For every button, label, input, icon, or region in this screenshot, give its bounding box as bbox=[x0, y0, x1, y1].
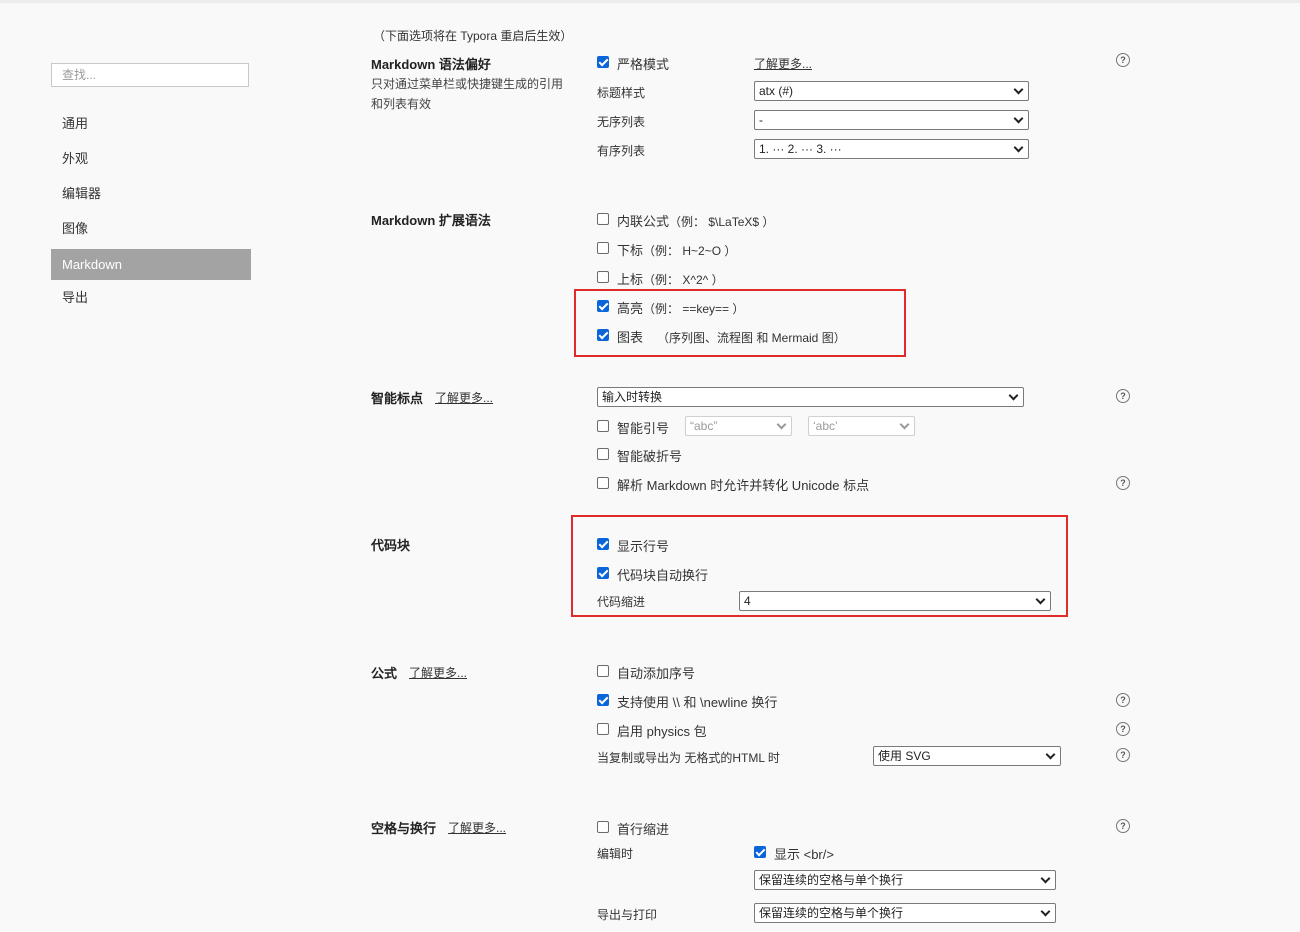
syntax-pref-desc-2: 和列表有效 bbox=[371, 97, 432, 111]
section-title-ext-syntax: Markdown 扩展语法 bbox=[371, 213, 491, 228]
sidebar-item-editor[interactable]: 编辑器 bbox=[51, 178, 251, 209]
subscript-checkbox[interactable] bbox=[597, 242, 609, 254]
unicode-punct-checkbox[interactable] bbox=[597, 477, 609, 489]
subscript-label: 下标 bbox=[617, 243, 644, 258]
chevron-down-icon bbox=[1040, 906, 1051, 917]
sidebar-item-markdown[interactable]: Markdown bbox=[51, 249, 251, 280]
help-icon[interactable]: ? bbox=[1116, 819, 1130, 833]
math-export-select[interactable]: 使用 SVG bbox=[873, 746, 1061, 766]
chevron-down-icon bbox=[776, 419, 787, 430]
show-br-label: 显示 <br/> bbox=[774, 847, 834, 862]
superscript-checkbox[interactable] bbox=[597, 271, 609, 283]
double-quotes-select[interactable]: “abc” bbox=[685, 416, 792, 436]
section-title-whitespace: 空格与换行 bbox=[371, 821, 437, 836]
chevron-down-icon bbox=[1013, 84, 1024, 95]
sidebar: 通用 外观 编辑器 图像 Markdown 导出 bbox=[0, 0, 340, 932]
export-print-label: 导出与打印 bbox=[597, 908, 658, 922]
heading-style-select[interactable]: atx (#) bbox=[754, 81, 1029, 101]
editing-whitespace-value: 保留连续的空格与单个换行 bbox=[759, 873, 904, 887]
superscript-option: 上标（例： X^2^ ） bbox=[617, 269, 724, 288]
newline-support-checkbox[interactable] bbox=[597, 694, 609, 706]
first-indent-label: 首行缩进 bbox=[617, 822, 670, 837]
single-quotes-value: ‘abc’ bbox=[813, 419, 838, 433]
heading-style-value: atx (#) bbox=[759, 84, 794, 98]
chevron-down-icon bbox=[1040, 873, 1051, 884]
export-whitespace-select[interactable]: 保留连续的空格与单个换行 bbox=[754, 903, 1056, 923]
smart-punct-learn-more-link[interactable]: 了解更多... bbox=[435, 389, 493, 406]
double-quotes-value: “abc” bbox=[690, 419, 718, 433]
superscript-label: 上标 bbox=[617, 272, 644, 287]
code-block-annotation-box bbox=[571, 515, 1068, 617]
export-whitespace-value: 保留连续的空格与单个换行 bbox=[759, 906, 904, 920]
chevron-down-icon bbox=[1008, 390, 1019, 401]
math-export-label: 当复制或导出为 无格式的HTML 时 bbox=[597, 751, 780, 765]
sidebar-item-export[interactable]: 导出 bbox=[51, 282, 251, 313]
unordered-list-value: - bbox=[759, 113, 763, 127]
help-icon[interactable]: ? bbox=[1116, 53, 1130, 67]
math-export-value: 使用 SVG bbox=[878, 749, 931, 763]
help-icon[interactable]: ? bbox=[1116, 748, 1130, 762]
superscript-example: （例： X^2^ ） bbox=[643, 273, 724, 287]
restart-hint: （下面选项将在 Typora 重启后生效） bbox=[373, 29, 573, 43]
inline-math-checkbox[interactable] bbox=[597, 213, 609, 225]
smart-punct-mode-value: 输入时转换 bbox=[602, 390, 663, 404]
sidebar-item-image[interactable]: 图像 bbox=[51, 213, 251, 244]
inline-math-example: （例： $\LaTeX$ ） bbox=[669, 215, 775, 229]
section-title-syntax-pref: Markdown 语法偏好 bbox=[371, 57, 491, 72]
unordered-list-select[interactable]: - bbox=[754, 110, 1029, 130]
inline-math-option: 内联公式（例： $\LaTeX$ ） bbox=[617, 211, 774, 230]
newline-support-label: 支持使用 \\ 和 \newline 换行 bbox=[617, 695, 778, 710]
unordered-list-label: 无序列表 bbox=[597, 115, 646, 129]
ordered-list-label: 有序列表 bbox=[597, 144, 646, 158]
help-icon[interactable]: ? bbox=[1116, 476, 1130, 490]
editing-label: 编辑时 bbox=[597, 847, 634, 861]
unicode-punct-label: 解析 Markdown 时允许并转化 Unicode 标点 bbox=[617, 478, 870, 493]
chevron-down-icon bbox=[1045, 749, 1056, 760]
physics-label: 启用 physics 包 bbox=[617, 724, 707, 739]
sidebar-item-general[interactable]: 通用 bbox=[51, 108, 251, 139]
help-icon[interactable]: ? bbox=[1116, 389, 1130, 403]
help-icon[interactable]: ? bbox=[1116, 693, 1130, 707]
syntax-pref-desc-1: 只对通过菜单栏或快捷键生成的引用 bbox=[371, 77, 564, 91]
auto-numbering-checkbox[interactable] bbox=[597, 665, 609, 677]
physics-checkbox[interactable] bbox=[597, 723, 609, 735]
smart-quotes-label: 智能引号 bbox=[617, 421, 670, 436]
help-icon[interactable]: ? bbox=[1116, 722, 1130, 736]
subscript-example: （例： H~2~O ） bbox=[643, 244, 737, 258]
smart-quotes-checkbox[interactable] bbox=[597, 420, 609, 432]
smart-dashes-checkbox[interactable] bbox=[597, 448, 609, 460]
syntax-learn-more-link[interactable]: 了解更多... bbox=[754, 55, 812, 72]
editing-whitespace-select[interactable]: 保留连续的空格与单个换行 bbox=[754, 870, 1056, 890]
inline-math-label: 内联公式 bbox=[617, 214, 670, 229]
math-learn-more-link[interactable]: 了解更多... bbox=[409, 664, 467, 681]
sidebar-item-appearance[interactable]: 外观 bbox=[51, 143, 251, 174]
chevron-down-icon bbox=[1013, 142, 1024, 153]
subscript-option: 下标（例： H~2~O ） bbox=[617, 240, 736, 259]
first-indent-checkbox[interactable] bbox=[597, 821, 609, 833]
section-title-smart-punct: 智能标点 bbox=[371, 391, 424, 406]
ordered-list-value: 1. ··· 2. ··· 3. ··· bbox=[759, 142, 842, 156]
ordered-list-select[interactable]: 1. ··· 2. ··· 3. ··· bbox=[754, 139, 1029, 159]
smart-punct-mode-select[interactable]: 输入时转换 bbox=[597, 387, 1024, 407]
section-title-math: 公式 bbox=[371, 666, 398, 681]
show-br-checkbox[interactable] bbox=[754, 846, 766, 858]
strict-mode-label: 严格模式 bbox=[617, 57, 670, 72]
auto-numbering-label: 自动添加序号 bbox=[617, 666, 696, 681]
strict-mode-checkbox[interactable] bbox=[597, 56, 609, 68]
chevron-down-icon bbox=[899, 419, 910, 430]
highlight-annotation-box bbox=[574, 289, 906, 357]
section-title-code-block: 代码块 bbox=[371, 538, 411, 553]
smart-dashes-label: 智能破折号 bbox=[617, 449, 683, 464]
chevron-down-icon bbox=[1013, 113, 1024, 124]
search-input[interactable] bbox=[51, 63, 249, 87]
heading-style-label: 标题样式 bbox=[597, 86, 646, 100]
whitespace-learn-more-link[interactable]: 了解更多... bbox=[448, 819, 506, 836]
single-quotes-select[interactable]: ‘abc’ bbox=[808, 416, 915, 436]
